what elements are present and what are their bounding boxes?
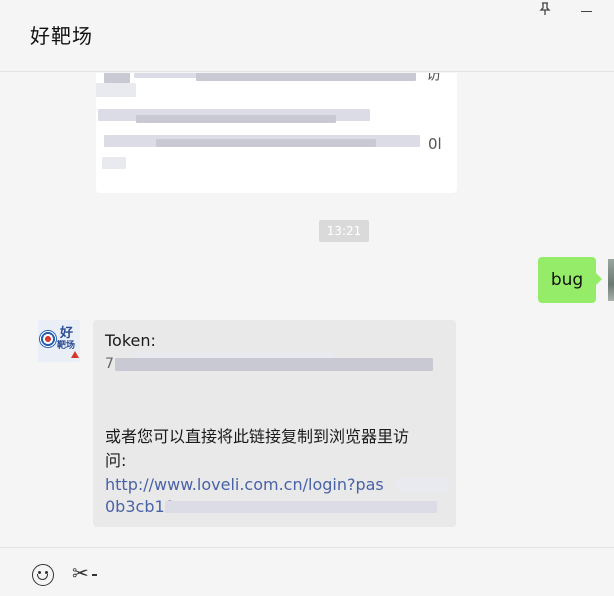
message-timestamp: 13:21 [319,220,369,242]
obscured-token [133,352,333,358]
obscured-link [395,478,449,492]
message-fragment: 访 [426,73,442,83]
obscured-text [96,83,136,97]
target-icon [39,330,57,348]
login-link[interactable]: http://www.loveli.com.cn/login?pas [105,473,384,497]
warning-icon [71,351,79,358]
token-label: Token: [105,331,156,350]
message-fragment: 0l [428,135,442,153]
obscured-token [115,358,433,371]
minimize-icon[interactable] [574,2,598,22]
obscured-text [156,139,376,147]
incoming-message-bubble[interactable]: Token: 7 或者您可以直接将此链接复制到浏览器里访 问: http://w… [93,320,456,527]
message-list[interactable]: 访 0l 13:21 bug 好 靶场 Token: 7 或者您可以直接将此链接… [0,73,614,547]
avatar-logo-text: 靶场 [57,341,76,351]
obscured-text [104,73,130,83]
chevron-down-icon[interactable] [92,574,97,576]
input-toolbar: ✂ [0,547,614,596]
incoming-message-bubble[interactable]: 访 0l [96,73,457,193]
emoji-icon[interactable] [32,564,54,586]
instruction-text: 问: [105,451,127,470]
chat-header: 好靶场 [0,0,614,72]
pin-icon[interactable] [533,2,557,22]
obscured-text [196,73,416,81]
obscured-link [165,501,437,513]
self-avatar[interactable] [608,259,614,301]
outgoing-message-bubble[interactable]: bug [538,257,602,303]
sender-avatar[interactable]: 好 靶场 [38,320,80,362]
chat-title: 好靶场 [30,24,93,48]
token-value: 7 [105,356,114,372]
obscured-text [136,115,336,123]
instruction-text: 或者您可以直接将此链接复制到浏览器里访 [105,427,410,446]
scissors-icon[interactable]: ✂ [72,560,89,586]
obscured-text [102,157,126,169]
